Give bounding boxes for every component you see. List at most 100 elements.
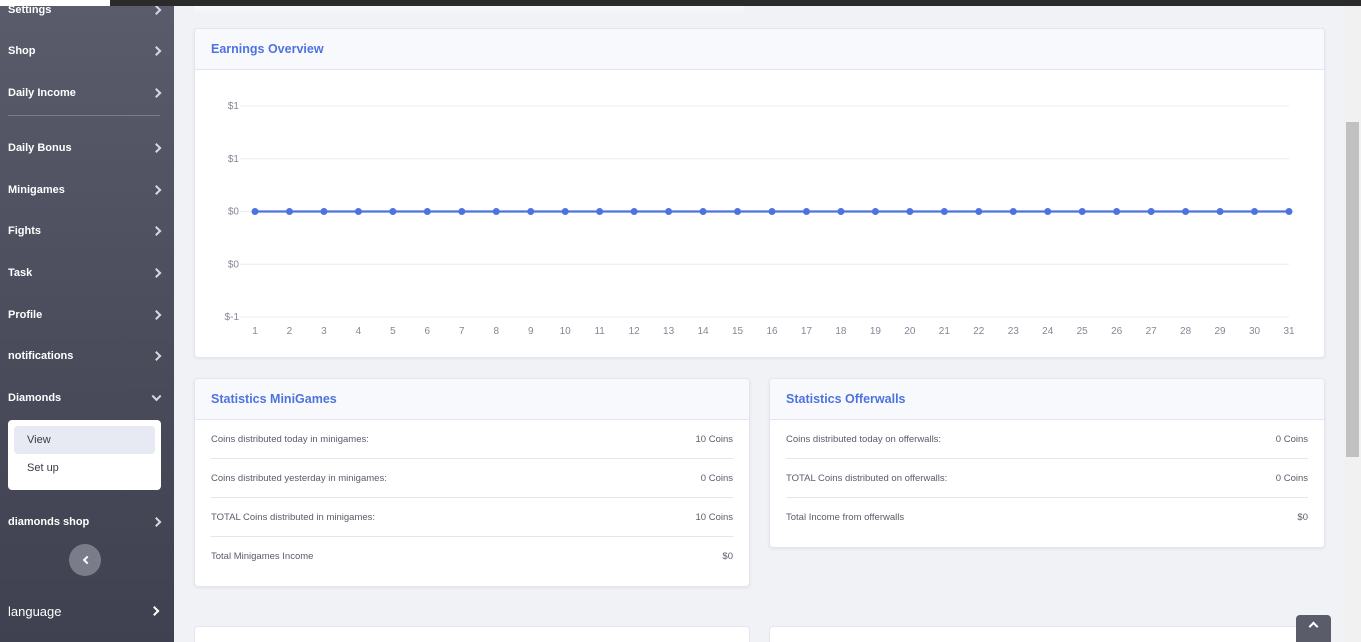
chevron-right-icon [151,185,162,195]
data-point[interactable] [940,208,948,215]
x-tick-label: 28 [1180,326,1192,337]
scrollbar-thumb[interactable] [1346,122,1359,457]
stat-label: TOTAL Coins distributed in minigames: [211,511,376,523]
data-point[interactable] [734,208,742,215]
x-tick-label: 14 [698,326,710,337]
chevron-right-icon [151,268,162,278]
x-tick-label: 7 [459,326,465,337]
data-point[interactable] [802,208,810,215]
data-point[interactable] [1078,208,1086,215]
sidebar-item-diamonds[interactable]: Diamonds [0,378,174,418]
sidebar-item-label: Daily Bonus [8,142,72,154]
sidebar-item-diamonds-shop[interactable]: diamonds shop [0,502,174,542]
sidebar-item-shop[interactable]: Shop [0,31,174,71]
sidebar-item-label: Shop [8,45,36,57]
sidebar-item-daily-bonus[interactable]: Daily Bonus [0,128,174,168]
sidebar-item-task[interactable]: Task [0,253,174,293]
stat-label: Coins distributed today on offerwalls: [786,433,942,445]
sidebar-item-minigames[interactable]: Minigames [0,170,174,210]
chevron-right-icon [151,88,162,98]
x-tick-label: 24 [1042,326,1054,337]
data-point[interactable] [665,208,673,215]
sidebar-item-label: Daily Income [8,87,76,99]
y-tick-label: $0 [228,259,240,270]
submenu-item-view[interactable]: View [14,426,155,454]
data-point[interactable] [1147,208,1155,215]
chevron-right-icon [151,517,162,527]
data-point[interactable] [1009,208,1017,215]
sidebar: Settings Shop Daily Income Daily Bonus M… [0,0,174,642]
sidebar-toggle-button[interactable] [69,544,101,576]
sidebar-item-label: diamonds shop [8,516,90,528]
x-tick-label: 31 [1283,326,1295,337]
data-point[interactable] [871,208,879,215]
sidebar-item-label: Diamonds [8,392,62,404]
data-point[interactable] [906,208,914,215]
language-label: language [8,603,62,619]
data-point[interactable] [630,208,638,215]
data-point[interactable] [1216,208,1224,215]
browser-top-bar [0,0,1361,6]
sidebar-divider [8,115,160,116]
submenu-item-set-up[interactable]: Set up [14,454,155,482]
data-point[interactable] [458,208,466,215]
data-point[interactable] [285,208,293,215]
sidebar-item-notifications[interactable]: notifications [0,336,174,376]
chevron-right-icon [151,226,162,236]
y-tick-label: $1 [228,154,240,165]
card-title: Statistics Offerwalls [770,379,1324,420]
chevron-right-icon [151,46,162,56]
stat-value: 0 Coins [1275,433,1308,445]
data-point[interactable] [768,208,776,215]
x-tick-label: 16 [766,326,778,337]
data-point[interactable] [251,208,259,215]
data-point[interactable] [699,208,707,215]
page-scrollbar[interactable] [1344,6,1361,642]
data-point[interactable] [561,208,569,215]
chevron-right-icon [151,143,162,153]
data-point[interactable] [354,208,362,215]
data-point[interactable] [527,208,535,215]
language-selector[interactable]: language [0,594,174,628]
stat-row: TOTAL Coins distributed in minigames: 10… [211,498,733,537]
sidebar-item-fights[interactable]: Fights [0,211,174,251]
stats-list: Coins distributed today on offerwalls: 0… [786,420,1308,537]
data-point[interactable] [423,208,431,215]
data-point[interactable] [389,208,397,215]
data-point[interactable] [492,208,500,215]
data-point[interactable] [1285,208,1293,215]
chevron-right-icon [151,351,162,361]
sidebar-item-daily-income[interactable]: Daily Income [0,73,174,113]
x-tick-label: 18 [835,326,847,337]
chevron-left-icon [82,555,91,565]
x-tick-label: 9 [528,326,534,337]
data-point[interactable] [837,208,845,215]
x-tick-label: 15 [732,326,744,337]
x-tick-label: 4 [356,326,362,337]
stat-row: Total Income from offerwalls $0 [786,498,1308,537]
data-point[interactable] [975,208,983,215]
y-tick-label: $0 [228,207,240,218]
data-point[interactable] [320,208,328,215]
x-tick-label: 2 [287,326,293,337]
data-point[interactable] [1044,208,1052,215]
sidebar-item-label: Fights [8,225,41,237]
earnings-chart: $1$1$0$0$-1 1 2 3 4 5 6 7 8 9 10 11 12 13 14 15 16 17 18 1… [225,101,1295,337]
data-point[interactable] [596,208,604,215]
sidebar-item-profile[interactable]: Profile [0,295,174,335]
stat-row: Coins distributed today on offerwalls: 0… [786,420,1308,459]
stat-value: $0 [1297,512,1308,523]
sidebar-item-label: notifications [8,350,74,362]
x-tick-label: 25 [1077,326,1089,337]
diamonds-submenu: View Set up [8,420,161,490]
offerwalls-stats-card: Statistics Offerwalls Coins distributed … [769,378,1325,548]
data-point[interactable] [1251,208,1259,215]
x-tick-label: 1 [252,326,258,337]
scroll-to-top-button[interactable] [1296,615,1331,642]
data-point[interactable] [1182,208,1190,215]
x-tick-label: 30 [1249,326,1261,337]
sidebar-item-label: Profile [8,309,43,321]
next-card-left [194,626,750,642]
top-bar-highlight [0,0,110,6]
data-point[interactable] [1113,208,1121,215]
